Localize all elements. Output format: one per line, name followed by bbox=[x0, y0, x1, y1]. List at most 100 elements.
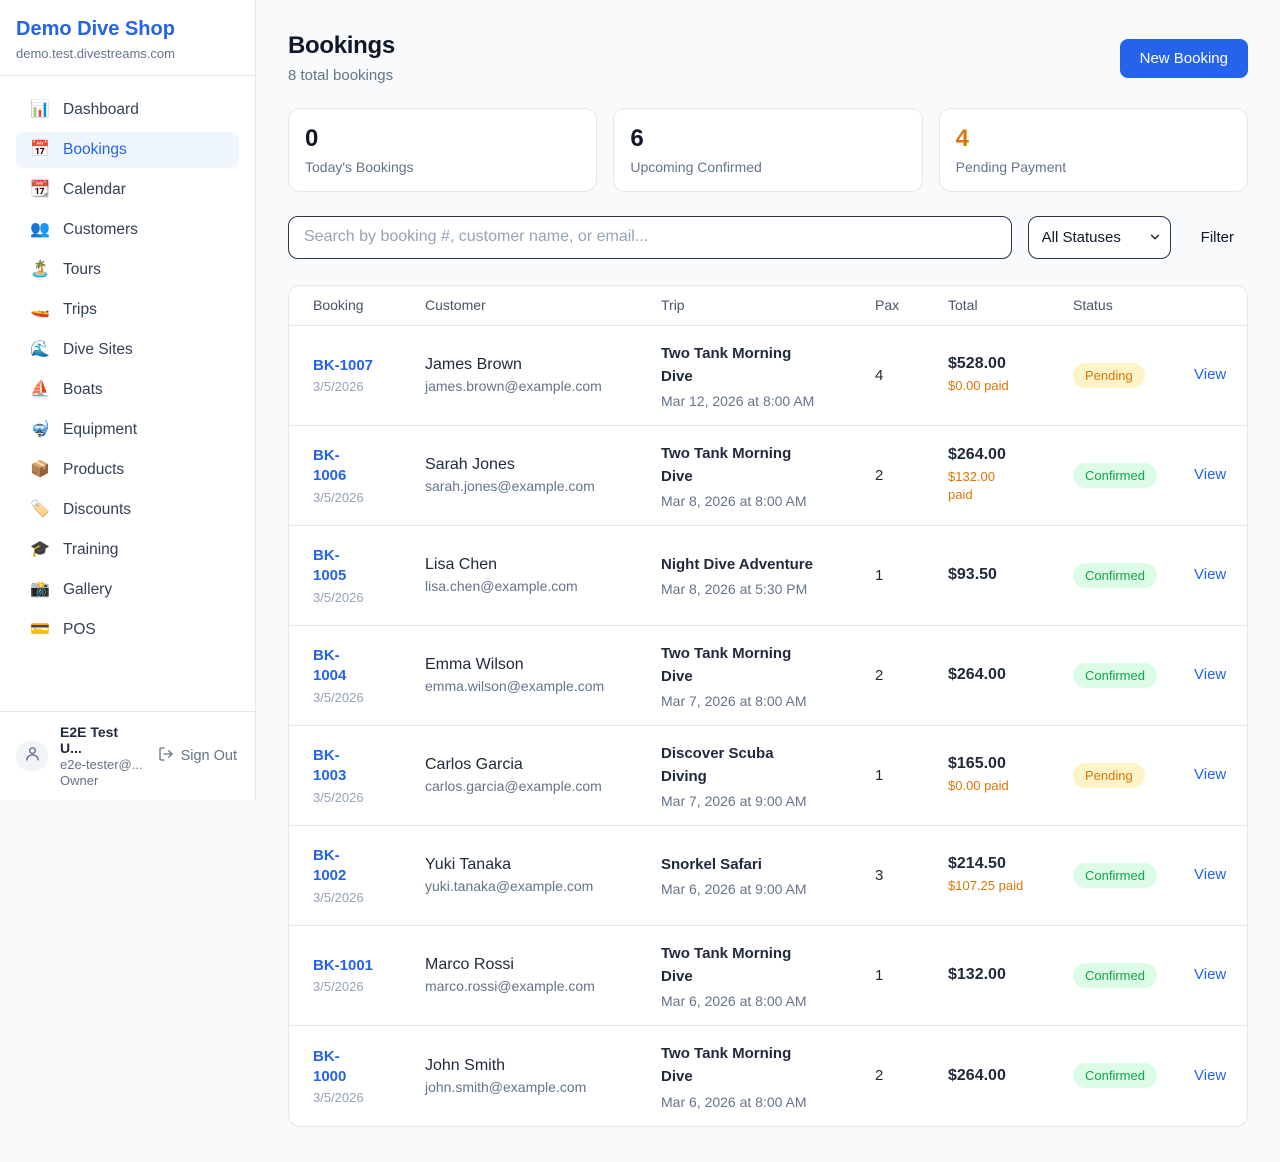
stat-value: 4 bbox=[956, 125, 1231, 154]
paid-amount: $107.25 paid bbox=[948, 877, 1073, 895]
status-cell: Confirmed bbox=[1073, 463, 1194, 488]
sidebar-item-products[interactable]: 📦Products bbox=[16, 452, 239, 488]
trip-name: Two Tank Morning Dive bbox=[661, 442, 875, 489]
trip-name: Two Tank Morning Dive bbox=[661, 942, 875, 989]
total-cell: $93.50 bbox=[948, 566, 1073, 584]
view-booking-link[interactable]: View bbox=[1194, 866, 1226, 883]
filter-button[interactable]: Filter bbox=[1187, 229, 1248, 246]
sidebar-item-training[interactable]: 🎓Training bbox=[16, 532, 239, 568]
trip-cell: Two Tank Morning DiveMar 6, 2026 at 8:00… bbox=[661, 1042, 875, 1110]
shop-name: Demo Dive Shop bbox=[16, 17, 239, 41]
view-booking-link[interactable]: View bbox=[1194, 566, 1226, 583]
sidebar-item-equipment[interactable]: 🤿Equipment bbox=[16, 412, 239, 448]
trip-name: Two Tank Morning Dive bbox=[661, 342, 875, 389]
pax-value: 2 bbox=[875, 467, 948, 484]
total-cell: $264.00 bbox=[948, 1067, 1073, 1085]
sign-out-label: Sign Out bbox=[181, 748, 237, 764]
booking-date: 3/5/2026 bbox=[313, 979, 425, 994]
customer-email: emma.wilson@example.com bbox=[425, 678, 661, 694]
status-badge: Confirmed bbox=[1073, 563, 1157, 588]
booking-number-link[interactable]: BK- 1004 bbox=[313, 646, 425, 687]
customer-cell: Sarah Jonessarah.jones@example.com bbox=[425, 456, 661, 494]
table-row: BK-10073/5/2026James Brownjames.brown@ex… bbox=[289, 326, 1247, 426]
booking-cell: BK- 10003/5/2026 bbox=[313, 1047, 425, 1106]
bookings-icon: 📅 bbox=[30, 142, 50, 158]
pos-icon: 💳 bbox=[30, 622, 50, 638]
sidebar-item-dive-sites[interactable]: 🌊Dive Sites bbox=[16, 332, 239, 368]
status-badge: Pending bbox=[1073, 363, 1145, 388]
booking-number-link[interactable]: BK- 1003 bbox=[313, 746, 425, 787]
customer-name: Yuki Tanaka bbox=[425, 856, 661, 874]
booking-number-link[interactable]: BK-1001 bbox=[313, 956, 425, 976]
total-amount: $93.50 bbox=[948, 566, 1073, 584]
view-booking-link[interactable]: View bbox=[1194, 1067, 1226, 1084]
customers-icon: 👥 bbox=[30, 222, 50, 238]
total-amount: $264.00 bbox=[948, 666, 1073, 684]
stat-card-1: 0Today's Bookings bbox=[288, 108, 597, 192]
view-booking-link[interactable]: View bbox=[1194, 966, 1226, 983]
total-cell: $165.00$0.00 paid bbox=[948, 755, 1073, 795]
sign-out-button[interactable]: Sign Out bbox=[156, 746, 239, 766]
sidebar-item-bookings[interactable]: 📅Bookings bbox=[16, 132, 239, 168]
search-input[interactable] bbox=[288, 216, 1012, 259]
column-header-pax: Pax bbox=[875, 297, 948, 313]
booking-number-link[interactable]: BK- 1005 bbox=[313, 546, 425, 587]
sidebar-item-gallery[interactable]: 📸Gallery bbox=[16, 572, 239, 608]
dive-sites-icon: 🌊 bbox=[30, 342, 50, 358]
sidebar-item-tours[interactable]: 🏝️Tours bbox=[16, 252, 239, 288]
view-booking-link[interactable]: View bbox=[1194, 666, 1226, 683]
pax-value: 3 bbox=[875, 867, 948, 884]
trip-name: Two Tank Morning Dive bbox=[661, 642, 875, 689]
actions-cell: View bbox=[1194, 866, 1231, 884]
sidebar-item-label: Products bbox=[63, 461, 124, 479]
customer-cell: Yuki Tanakayuki.tanaka@example.com bbox=[425, 856, 661, 894]
sidebar-user-footer: E2E Test U... e2e-tester@... Owner Sign … bbox=[0, 711, 255, 800]
booking-number-link[interactable]: BK- 1006 bbox=[313, 446, 425, 487]
discounts-icon: 🏷️ bbox=[30, 502, 50, 518]
sidebar-item-calendar[interactable]: 📆Calendar bbox=[16, 172, 239, 208]
status-badge: Confirmed bbox=[1073, 663, 1157, 688]
gallery-icon: 📸 bbox=[30, 582, 50, 598]
sidebar-item-dashboard[interactable]: 📊Dashboard bbox=[16, 92, 239, 128]
user-icon bbox=[24, 745, 41, 767]
sidebar-item-boats[interactable]: ⛵Boats bbox=[16, 372, 239, 408]
sidebar-item-customers[interactable]: 👥Customers bbox=[16, 212, 239, 248]
tours-icon: 🏝️ bbox=[30, 262, 50, 278]
status-cell: Pending bbox=[1073, 763, 1194, 788]
sidebar-item-discounts[interactable]: 🏷️Discounts bbox=[16, 492, 239, 528]
status-cell: Confirmed bbox=[1073, 863, 1194, 888]
status-badge: Confirmed bbox=[1073, 963, 1157, 988]
sidebar-item-pos[interactable]: 💳POS bbox=[16, 612, 239, 648]
column-header-booking: Booking bbox=[313, 297, 425, 313]
total-cell: $528.00$0.00 paid bbox=[948, 355, 1073, 395]
customer-name: Emma Wilson bbox=[425, 656, 661, 674]
user-info: E2E Test U... e2e-tester@... Owner bbox=[60, 724, 144, 788]
table-row: BK- 10033/5/2026Carlos Garciacarlos.garc… bbox=[289, 726, 1247, 826]
booking-number-link[interactable]: BK-1007 bbox=[313, 356, 425, 376]
table-row: BK- 10053/5/2026Lisa Chenlisa.chen@examp… bbox=[289, 526, 1247, 626]
paid-amount: $132.00 paid bbox=[948, 468, 1073, 504]
booking-date: 3/5/2026 bbox=[313, 890, 425, 905]
status-filter-select[interactable]: All Statuses bbox=[1028, 216, 1171, 259]
sidebar-nav: 📊Dashboard 📅Bookings 📆Calendar 👥Customers 🏝️… bbox=[0, 76, 255, 668]
view-booking-link[interactable]: View bbox=[1194, 466, 1226, 483]
pax-value: 1 bbox=[875, 567, 948, 584]
status-badge: Confirmed bbox=[1073, 463, 1157, 488]
customer-name: Sarah Jones bbox=[425, 456, 661, 474]
actions-cell: View bbox=[1194, 1067, 1231, 1085]
trip-datetime: Mar 8, 2026 at 5:30 PM bbox=[661, 581, 875, 597]
customer-name: Lisa Chen bbox=[425, 556, 661, 574]
avatar bbox=[16, 740, 48, 772]
table-body: BK-10073/5/2026James Brownjames.brown@ex… bbox=[289, 326, 1247, 1126]
actions-cell: View bbox=[1194, 966, 1231, 984]
new-booking-button[interactable]: New Booking bbox=[1120, 39, 1248, 78]
booking-number-link[interactable]: BK- 1002 bbox=[313, 846, 425, 887]
total-amount: $165.00 bbox=[948, 755, 1073, 773]
customer-email: john.smith@example.com bbox=[425, 1079, 661, 1095]
pax-value: 2 bbox=[875, 667, 948, 684]
total-amount: $264.00 bbox=[948, 1067, 1073, 1085]
booking-number-link[interactable]: BK- 1000 bbox=[313, 1047, 425, 1088]
sidebar-item-trips[interactable]: 🚤Trips bbox=[16, 292, 239, 328]
view-booking-link[interactable]: View bbox=[1194, 366, 1226, 383]
view-booking-link[interactable]: View bbox=[1194, 766, 1226, 783]
